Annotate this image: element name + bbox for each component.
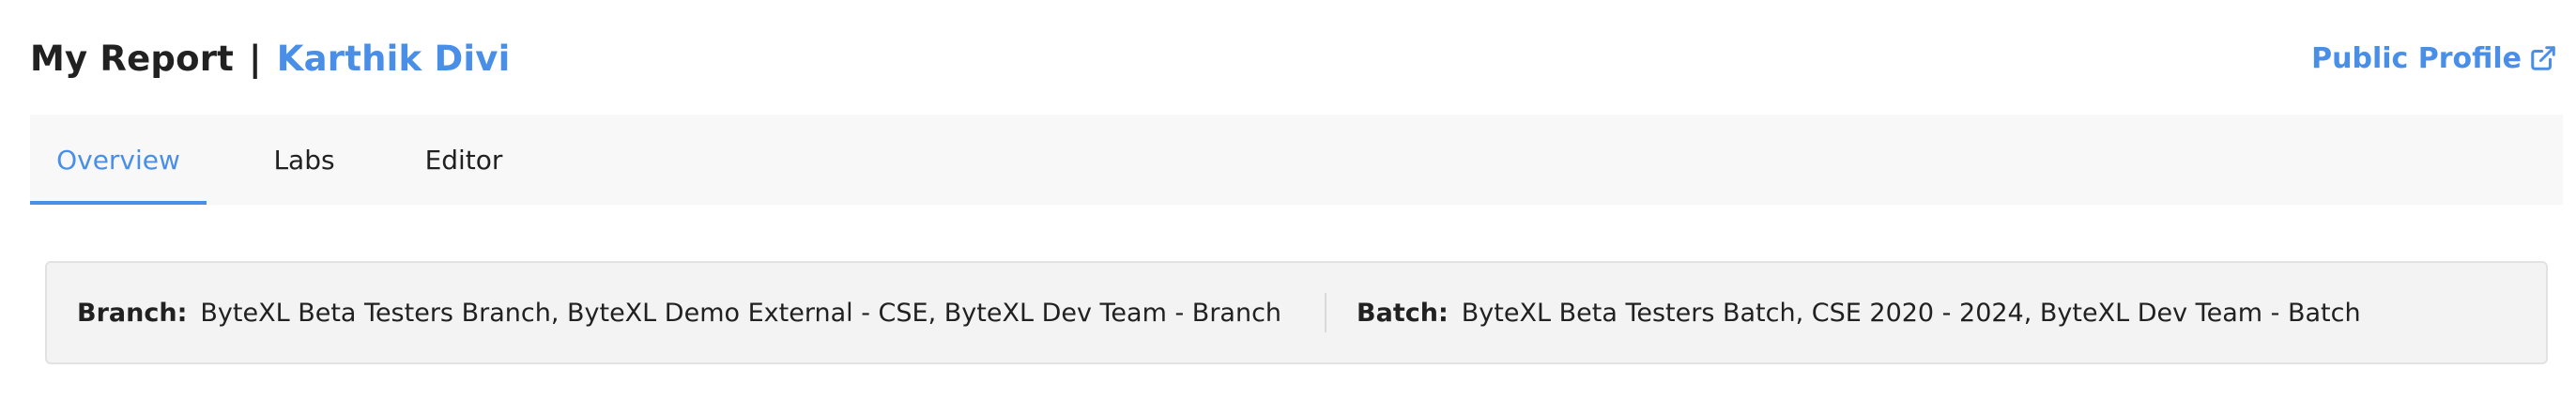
batch-label: Batch: — [1357, 298, 1449, 328]
public-profile-label: Public Profile — [2311, 41, 2522, 75]
tab-overview[interactable]: Overview — [30, 115, 207, 205]
page-title: My Report | Karthik Divi — [30, 38, 510, 79]
report-title: My Report — [30, 38, 235, 79]
tab-editor-label: Editor — [424, 144, 503, 176]
tab-labs[interactable]: Labs — [248, 115, 360, 205]
page-header: My Report | Karthik Divi Public Profile — [30, 28, 2557, 88]
branch-label: Branch: — [77, 298, 188, 328]
title-separator: | — [249, 38, 262, 79]
tabs-bar: Overview Labs Editor — [30, 115, 2563, 205]
tab-overview-label: Overview — [56, 144, 180, 176]
batch-value: ByteXL Beta Testers Batch, CSE 2020 - 20… — [1461, 298, 2361, 328]
batch-section: Batch: ByteXL Beta Testers Batch, CSE 20… — [1326, 299, 2361, 328]
tab-editor[interactable]: Editor — [398, 115, 529, 205]
tab-labs-label: Labs — [273, 144, 335, 176]
branch-section: Branch: ByteXL Beta Testers Branch, Byte… — [47, 299, 1281, 328]
public-profile-link[interactable]: Public Profile — [2311, 42, 2557, 75]
user-name: Karthik Divi — [276, 38, 511, 79]
branch-value: ByteXL Beta Testers Branch, ByteXL Demo … — [200, 298, 1282, 328]
branch-batch-card: Branch: ByteXL Beta Testers Branch, Byte… — [45, 261, 2548, 364]
external-link-icon — [2531, 46, 2555, 70]
